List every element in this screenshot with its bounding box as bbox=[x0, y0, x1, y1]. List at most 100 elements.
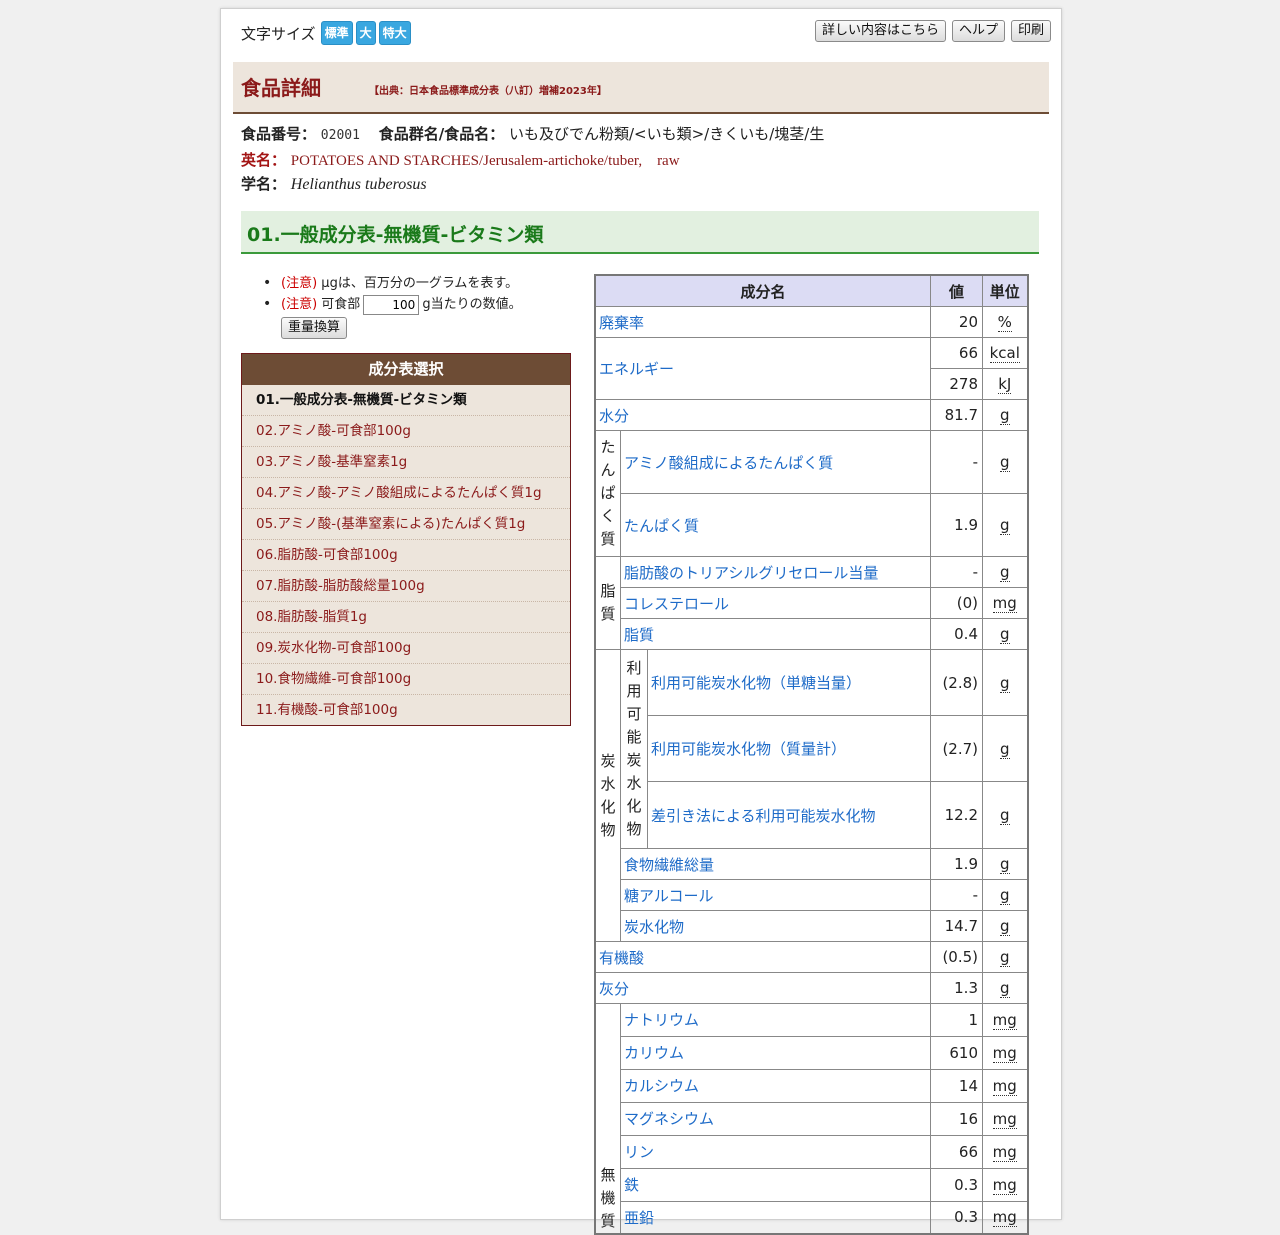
note-microgram: (注意) μgは、百万分の一グラムを表す。 bbox=[261, 273, 522, 294]
table-row: カルシウム 14 mg bbox=[595, 1068, 1028, 1103]
table-row: カリウム 610 mg bbox=[595, 1035, 1028, 1070]
nutrient-value: 81.7 bbox=[930, 399, 983, 431]
menu-item[interactable]: 05.アミノ酸-(基準窒素による)たんぱく質1g bbox=[242, 508, 570, 539]
top-buttons: 詳しい内容はこちら ヘルプ 印刷 bbox=[814, 20, 1051, 42]
note-edible-portion: (注意) 可食部 g当たりの数値。 bbox=[261, 294, 522, 315]
group-label-mineral: 無機質 bbox=[594, 1003, 621, 1235]
table-row: 利用可能炭水化物（質量計） (2.7) g bbox=[595, 715, 1028, 782]
food-group-label: 食品群名/食品名： bbox=[378, 125, 505, 143]
nutrient-name[interactable]: 脂質 bbox=[620, 618, 931, 650]
nutrient-name[interactable]: 食物繊維総量 bbox=[620, 848, 931, 880]
nutrient-value: 610 bbox=[930, 1035, 983, 1070]
print-button[interactable]: 印刷 bbox=[1010, 20, 1051, 42]
nutrient-value: - bbox=[930, 430, 983, 494]
nutrient-name[interactable]: 有機酸 bbox=[594, 941, 931, 973]
nutrient-name[interactable]: 糖アルコール bbox=[620, 879, 931, 911]
scientific-name-label: 学名： bbox=[241, 175, 287, 193]
food-number-label: 食品番号： bbox=[241, 125, 317, 143]
menu-item[interactable]: 07.脂肪酸-脂肪酸総量100g bbox=[242, 570, 570, 601]
nutrient-name[interactable]: アミノ酸組成によるたんぱく質 bbox=[620, 430, 931, 494]
unit-label: g bbox=[999, 855, 1010, 874]
nutrient-value: (0.5) bbox=[930, 941, 983, 973]
note-text: μgは、百万分の一グラムを表す。 bbox=[321, 276, 519, 291]
menu-item[interactable]: 02.アミノ酸-可食部100g bbox=[242, 415, 570, 446]
nutrient-value: (2.8) bbox=[930, 649, 983, 716]
nutrient-name[interactable]: コレステロール bbox=[620, 587, 931, 619]
menu-item[interactable]: 09.炭水化物-可食部100g bbox=[242, 632, 570, 663]
nutrient-name[interactable]: ナトリウム bbox=[620, 1003, 931, 1037]
details-button[interactable]: 詳しい内容はこちら bbox=[814, 20, 946, 42]
unit-label: mg bbox=[992, 1175, 1017, 1195]
table-row: たんぱく質 1.9 g bbox=[595, 493, 1028, 557]
edible-portion-input[interactable] bbox=[363, 294, 420, 315]
table-row: 亜鉛 0.3 mg bbox=[595, 1200, 1028, 1235]
nutrient-name[interactable]: エネルギー bbox=[594, 337, 931, 400]
group-label-available-carb: 利用可能炭水化物 bbox=[620, 649, 648, 849]
nutrient-value: 0.4 bbox=[930, 618, 983, 650]
nutrient-value: (0) bbox=[930, 587, 983, 619]
table-row: エネルギー 66 kcal bbox=[594, 337, 1028, 400]
table-row: 炭水化物 14.7 g bbox=[595, 910, 1028, 942]
nutrient-name[interactable]: 亜鉛 bbox=[620, 1200, 931, 1235]
english-name-label: 英名： bbox=[241, 151, 287, 169]
menu-item[interactable]: 08.脂肪酸-脂質1g bbox=[242, 601, 570, 632]
nutrient-table: 成分名 値 単位 廃棄率 20 % エネルギー 66 kcal 278 kJ 水… bbox=[594, 274, 1029, 1235]
table-row: 鉄 0.3 mg bbox=[595, 1167, 1028, 1202]
table-row: 灰分 1.3 g bbox=[594, 972, 1028, 1004]
nutrient-name[interactable]: 灰分 bbox=[594, 972, 931, 1004]
table-row: 食物繊維総量 1.9 g bbox=[595, 848, 1028, 880]
food-group: いも及びでん粉類/<いも類>/きくいも/塊茎/生 bbox=[508, 125, 825, 143]
help-button[interactable]: ヘルプ bbox=[951, 20, 1005, 42]
table-row: 水分 81.7 g bbox=[594, 399, 1028, 431]
nutrient-value: 66 bbox=[930, 337, 983, 369]
note-text: 可食部 bbox=[321, 297, 361, 312]
nutrient-value: - bbox=[930, 879, 983, 911]
nutrient-name[interactable]: リン bbox=[620, 1134, 931, 1169]
page-container: 文字サイズ 標準 大 特大 詳しい内容はこちら ヘルプ 印刷 食品詳細 【出典：… bbox=[220, 8, 1062, 1235]
menu-item[interactable]: 10.食物繊維-可食部100g bbox=[242, 663, 570, 694]
unit-label: mg bbox=[992, 1043, 1017, 1063]
menu-item[interactable]: 03.アミノ酸-基準窒素1g bbox=[242, 446, 570, 477]
nutrient-value: 0.3 bbox=[930, 1200, 983, 1235]
unit-label: g bbox=[999, 739, 1010, 759]
font-size-large-button[interactable]: 大 bbox=[355, 21, 376, 45]
nutrient-name[interactable]: 利用可能炭水化物（質量計） bbox=[647, 715, 931, 782]
table-row: 廃棄率 20 % bbox=[594, 306, 1028, 338]
nutrient-value: 20 bbox=[930, 306, 983, 338]
source-note: 【出典：日本食品標準成分表（八訂）増補2023年】 bbox=[369, 86, 607, 97]
nutrient-value: 14 bbox=[930, 1068, 983, 1103]
nutrient-name[interactable]: 鉄 bbox=[620, 1167, 931, 1202]
unit-label: g bbox=[999, 948, 1010, 967]
nutrient-name[interactable]: マグネシウム bbox=[620, 1101, 931, 1136]
unit-label: g bbox=[999, 516, 1010, 535]
nutrient-name[interactable]: 水分 bbox=[594, 399, 931, 431]
unit-label: g bbox=[999, 563, 1010, 582]
nutrient-name[interactable]: 脂肪酸のトリアシルグリセロール当量 bbox=[620, 556, 931, 588]
menu-item[interactable]: 01.一般成分表-無機質-ビタミン類 bbox=[242, 385, 570, 415]
weight-convert-button[interactable]: 重量換算 bbox=[281, 317, 348, 339]
unit-label: kJ bbox=[998, 375, 1012, 394]
unit-label: mg bbox=[992, 1010, 1017, 1030]
section-header: 01.一般成分表-無機質-ビタミン類 bbox=[241, 211, 1039, 254]
unit-label: g bbox=[999, 917, 1010, 936]
nutrient-name[interactable]: 利用可能炭水化物（単糖当量） bbox=[647, 649, 931, 716]
nutrient-name[interactable]: カルシウム bbox=[620, 1068, 931, 1103]
font-size-xlarge-button[interactable]: 特大 bbox=[378, 21, 411, 45]
table-row: リン 66 mg bbox=[595, 1134, 1028, 1169]
menu-item[interactable]: 04.アミノ酸-アミノ酸組成によるたんぱく質1g bbox=[242, 477, 570, 508]
unit-label: mg bbox=[992, 594, 1017, 613]
table-row: コレステロール (0) mg bbox=[595, 587, 1028, 619]
font-size-standard-button[interactable]: 標準 bbox=[320, 21, 353, 45]
unit-label: mg bbox=[992, 1142, 1017, 1162]
menu-item[interactable]: 06.脂肪酸-可食部100g bbox=[242, 539, 570, 570]
table-row: 糖アルコール - g bbox=[595, 879, 1028, 911]
nutrient-name[interactable]: カリウム bbox=[620, 1035, 931, 1070]
menu-item[interactable]: 11.有機酸-可食部100g bbox=[242, 694, 570, 725]
nutrient-name[interactable]: 廃棄率 bbox=[594, 306, 931, 338]
nutrient-name[interactable]: 差引き法による利用可能炭水化物 bbox=[647, 781, 931, 849]
nutrient-name[interactable]: たんぱく質 bbox=[620, 493, 931, 557]
table-row: マグネシウム 16 mg bbox=[595, 1101, 1028, 1136]
header-unit: 単位 bbox=[982, 274, 1028, 307]
note-prefix: (注意) bbox=[281, 276, 318, 291]
nutrient-name[interactable]: 炭水化物 bbox=[620, 910, 931, 942]
